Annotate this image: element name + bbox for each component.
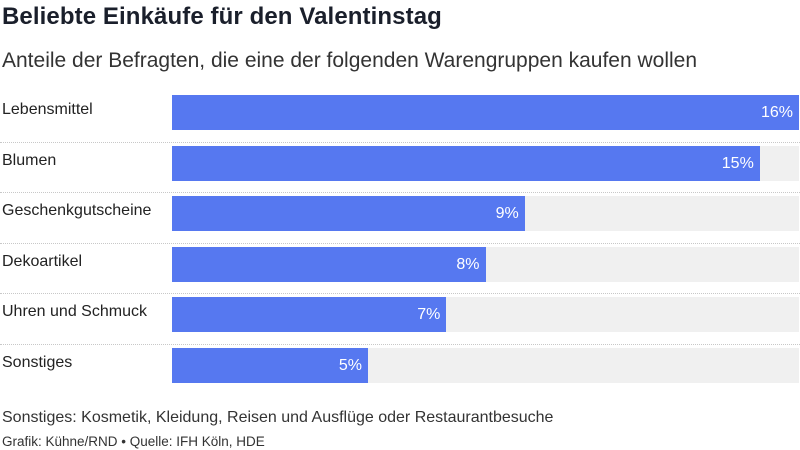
- category-label: Lebensmittel: [2, 101, 93, 118]
- chart-note: Sonstiges: Kosmetik, Kleidung, Reisen un…: [2, 409, 554, 426]
- bar-track: 9%: [172, 196, 799, 232]
- bar: [172, 246, 486, 282]
- value-label: 5%: [338, 357, 362, 374]
- value-label: 16%: [760, 104, 793, 121]
- bar-row: Uhren und Schmuck 7%: [0, 294, 800, 345]
- bar-track: 16%: [172, 95, 799, 130]
- bar-row: Lebensmittel 16%: [0, 92, 800, 143]
- category-label: Sonstiges: [2, 354, 73, 371]
- bar-row: Dekoartikel 8%: [0, 244, 800, 295]
- chart-title: Beliebte Einkäufe für den Valentinstag: [2, 3, 442, 30]
- bar: [172, 95, 799, 130]
- bar: [172, 196, 525, 232]
- chart-subtitle: Anteile der Befragten, die eine der folg…: [2, 49, 698, 72]
- category-label: Uhren und Schmuck: [2, 303, 147, 321]
- bar-chart: Lebensmittel 16% Blumen 15% Geschenkgutschei…: [0, 92, 800, 384]
- bar-track: 7%: [172, 297, 799, 333]
- value-label: 8%: [456, 255, 480, 273]
- bar-row: Sonstiges 5%: [0, 345, 800, 396]
- chart-source: Grafik: Kühne/RND • Quelle: IFH Köln, HD…: [2, 434, 265, 449]
- bar-row: Geschenkgutscheine 9%: [0, 193, 800, 244]
- value-label: 7%: [417, 306, 441, 324]
- category-label: Dekoartikel: [2, 252, 83, 270]
- bar-row: Blumen 15%: [0, 143, 800, 194]
- bar-track: 8%: [172, 246, 799, 282]
- category-label: Geschenkgutscheine: [2, 202, 152, 220]
- value-label: 9%: [495, 205, 519, 223]
- bar-track: 5%: [172, 348, 799, 383]
- bar-track: 15%: [172, 145, 799, 181]
- bar: [172, 145, 760, 181]
- category-label: Blumen: [2, 151, 57, 169]
- bar: [172, 297, 447, 333]
- value-label: 15%: [721, 154, 754, 172]
